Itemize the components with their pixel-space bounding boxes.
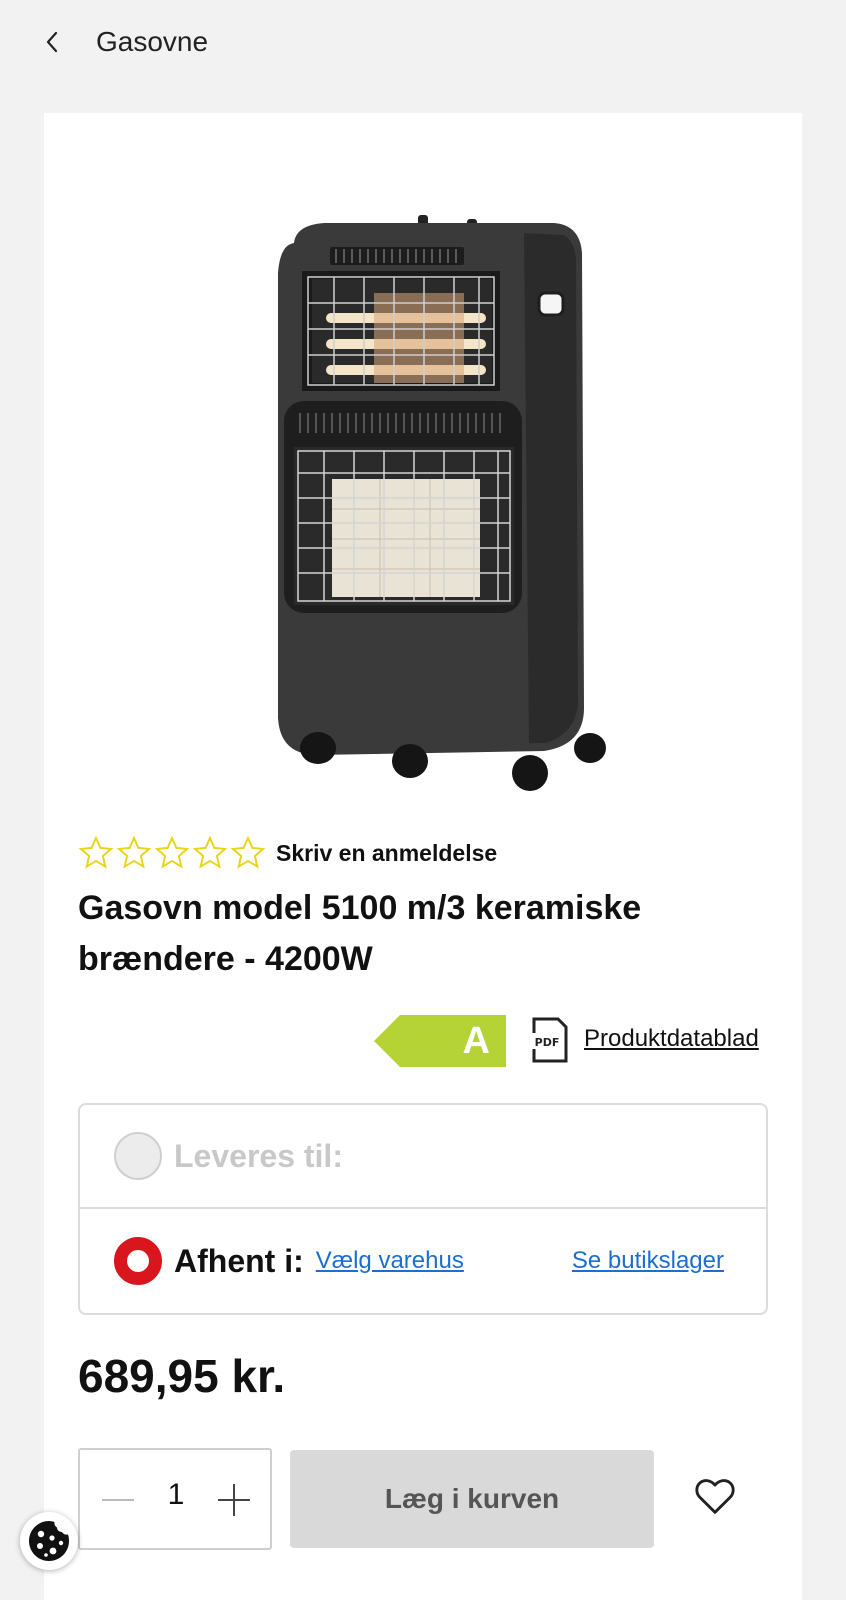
back-button[interactable] <box>34 24 70 60</box>
energy-class-letter: A <box>462 1020 490 1062</box>
cookie-icon <box>29 1521 69 1561</box>
plus-icon[interactable] <box>214 1480 254 1520</box>
pdf-icon[interactable]: PDF <box>530 1017 568 1063</box>
top-bar: Gasovne <box>0 0 846 86</box>
pickup-radio[interactable] <box>114 1237 162 1285</box>
quantity-value[interactable]: 1 <box>152 1478 200 1512</box>
pickup-label: Afhent i: <box>174 1242 304 1279</box>
quantity-stepper: 1 <box>78 1448 272 1550</box>
choose-store-link[interactable]: Vælg varehus <box>316 1247 464 1275</box>
store-stock-link[interactable]: Se butikslager <box>572 1247 724 1275</box>
delivery-radio[interactable] <box>114 1132 162 1180</box>
delivery-option-ship[interactable]: Leveres til: <box>80 1105 766 1209</box>
energy-class-badge[interactable]: A <box>374 1015 506 1067</box>
star-icon <box>230 835 266 869</box>
pdf-icon-label: PDF <box>535 1036 560 1049</box>
star-rating[interactable] <box>78 835 266 871</box>
delivery-label: Leveres til: <box>174 1137 343 1174</box>
star-icon <box>192 835 228 869</box>
rating-row: Skriv en anmeldelse <box>78 833 497 873</box>
energy-row: A PDF Produktdatablad <box>44 1013 802 1069</box>
star-icon <box>116 835 152 869</box>
delivery-options: Leveres til: Afhent i: Vælg varehus Se b… <box>78 1103 768 1315</box>
minus-icon[interactable] <box>98 1480 138 1520</box>
star-icon <box>78 835 114 869</box>
product-datasheet-link[interactable]: Produktdatablad <box>584 1025 759 1053</box>
product-title: Gasovn model 5100 m/3 keramiske brændere… <box>78 889 642 978</box>
product-price: 689,95 kr. <box>78 1350 286 1402</box>
product-image[interactable] <box>234 163 614 863</box>
star-icon <box>154 835 190 869</box>
delivery-option-pickup[interactable]: Afhent i: Vælg varehus Se butikslager <box>80 1209 766 1313</box>
page-title: Gasovne <box>96 26 209 57</box>
add-to-cart-button[interactable]: Læg i kurven <box>290 1450 654 1548</box>
write-review-link[interactable]: Skriv en anmeldelse <box>276 840 497 867</box>
cookie-settings-button[interactable] <box>20 1512 78 1570</box>
product-card: Skriv en anmeldelse Gasovn model 5100 m/… <box>44 113 802 1600</box>
chevron-left-icon <box>46 31 58 53</box>
heart-icon[interactable] <box>692 1473 738 1519</box>
